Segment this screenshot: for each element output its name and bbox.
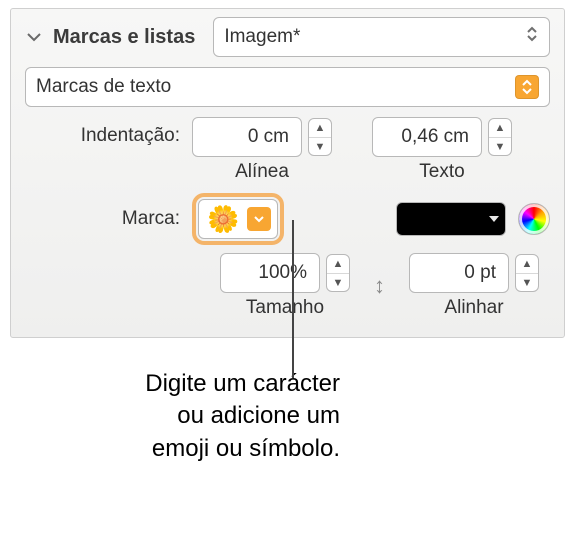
align-field[interactable]: 0 pt ▲ ▼ [409, 253, 539, 293]
stepper-down-icon[interactable]: ▼ [489, 137, 511, 155]
section-title: Marcas e listas [53, 26, 195, 49]
stepper-up-icon[interactable]: ▲ [516, 255, 538, 273]
stepper-down-icon[interactable]: ▼ [309, 137, 331, 155]
stepper-down-icon[interactable]: ▼ [327, 273, 349, 291]
text-indent-value: 0,46 cm [401, 126, 469, 148]
bullets-lists-panel: Marcas e listas Imagem* Marcas de texto … [10, 8, 565, 338]
align-sublabel: Alinhar [444, 297, 503, 319]
bullet-character-highlight: 🌼 [192, 193, 284, 245]
chevron-updown-icon [525, 24, 539, 50]
bullet-character-popup[interactable]: 🌼 [198, 199, 278, 239]
text-indent-stepper[interactable]: ▲ ▼ [488, 118, 512, 156]
color-wheel-button[interactable] [518, 203, 550, 235]
callout-wrap: Digite um carácter ou adicione um emoji … [0, 368, 575, 465]
bullet-indent-stepper[interactable]: ▲ ▼ [308, 118, 332, 156]
size-value: 100% [258, 262, 307, 284]
stepper-up-icon[interactable]: ▲ [327, 255, 349, 273]
flower-icon: 🌼 [207, 206, 239, 232]
bullet-type-value: Marcas de texto [36, 76, 171, 98]
bullet-type-popup[interactable]: Marcas de texto [25, 67, 550, 107]
bullet-indent-sublabel: Alínea [235, 161, 289, 183]
stepper-up-icon[interactable]: ▲ [309, 119, 331, 137]
disclosure-toggle[interactable] [25, 28, 43, 46]
bullet-indent-field[interactable]: 0 cm ▲ ▼ [192, 117, 332, 157]
list-style-value: Imagem* [224, 26, 300, 48]
callout-line-3: emoji ou símbolo. [0, 433, 340, 465]
size-field[interactable]: 100% ▲ ▼ [220, 253, 350, 293]
stepper-down-icon[interactable]: ▼ [516, 273, 538, 291]
callout-text: Digite um carácter ou adicione um emoji … [0, 368, 340, 465]
callout-leader-line [292, 220, 294, 378]
chevron-updown-icon [515, 75, 539, 99]
list-style-popup[interactable]: Imagem* [213, 17, 550, 57]
size-stepper[interactable]: ▲ ▼ [326, 254, 350, 292]
chevron-down-icon [247, 207, 271, 231]
marca-label: Marca: [25, 208, 180, 230]
callout-line-1: Digite um carácter [0, 368, 340, 400]
text-indent-sublabel: Texto [419, 161, 464, 183]
color-swatch-popup[interactable] [396, 202, 506, 236]
chevron-down-icon [26, 31, 42, 43]
text-indent-field[interactable]: 0,46 cm ▲ ▼ [372, 117, 512, 157]
stepper-up-icon[interactable]: ▲ [489, 119, 511, 137]
align-value: 0 pt [464, 262, 496, 284]
indent-label: Indentação: [25, 117, 180, 147]
bullet-indent-value: 0 cm [248, 126, 289, 148]
callout-line-2: ou adicione um [0, 400, 340, 432]
align-stepper[interactable]: ▲ ▼ [515, 254, 539, 292]
vertical-align-icon: ↕ [374, 273, 385, 299]
size-sublabel: Tamanho [246, 297, 324, 319]
